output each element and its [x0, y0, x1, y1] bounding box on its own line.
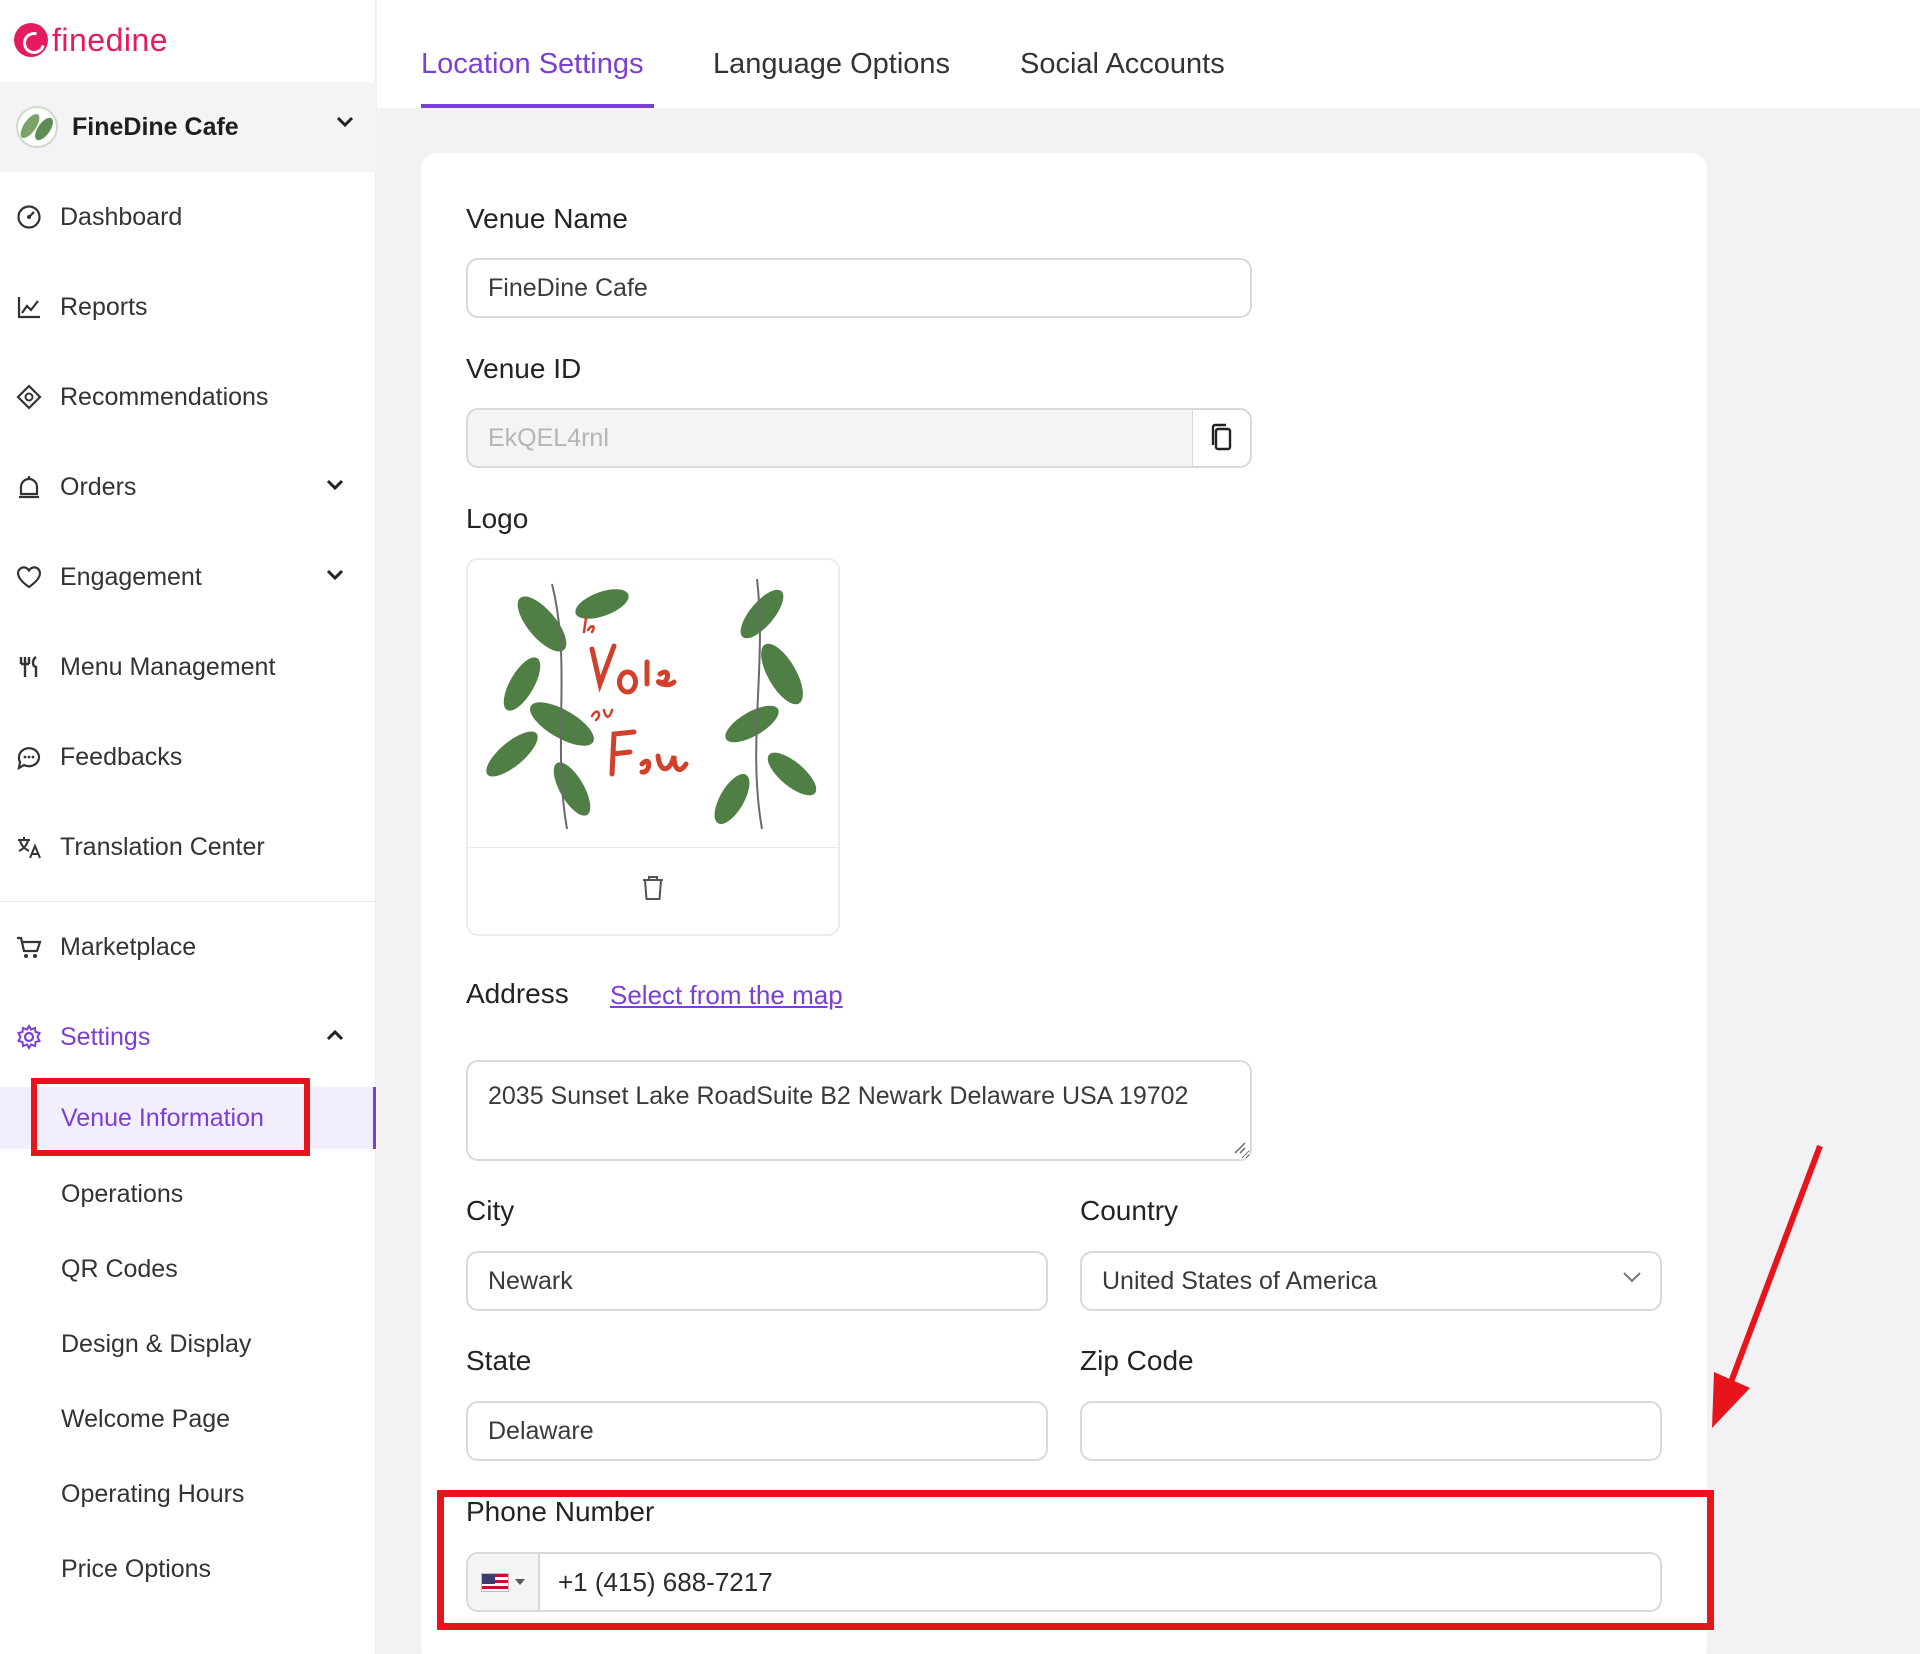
sidebar-item-feedbacks[interactable]: Feedbacks	[0, 727, 376, 787]
sidebar-subitem-venue-information[interactable]: Venue Information	[0, 1087, 376, 1149]
venue-id-label: Venue ID	[466, 353, 582, 384]
venue-name-input[interactable]: FineDine Cafe	[466, 258, 1252, 318]
copy-venue-id-button[interactable]	[1192, 408, 1252, 468]
state-input[interactable]: Delaware	[466, 1401, 1048, 1461]
caret-down-icon	[515, 1579, 525, 1585]
sidebar: finedine FineDine Cafe Dashboard Reports	[0, 0, 376, 1654]
sidebar-subitem-design-display[interactable]: Design & Display	[0, 1313, 376, 1375]
sidebar-item-label: Feedbacks	[60, 742, 183, 771]
venue-switcher[interactable]: FineDine Cafe	[0, 82, 376, 172]
sidebar-item-dashboard[interactable]: Dashboard	[0, 187, 376, 247]
app: finedine FineDine Cafe Dashboard Reports	[0, 0, 1920, 1654]
sidebar-item-translation-center[interactable]: Translation Center	[0, 817, 376, 877]
city-input[interactable]: Newark	[466, 1251, 1048, 1311]
address-textarea[interactable]: 2035 Sunset Lake RoadSuite B2 Newark Del…	[466, 1060, 1252, 1161]
sidebar-item-label: Reports	[60, 292, 148, 321]
chat-icon	[14, 742, 44, 772]
sidebar-subitem-operating-hours[interactable]: Operating Hours	[0, 1463, 376, 1525]
delete-logo-icon[interactable]	[640, 874, 666, 902]
logo-footer-divider	[468, 847, 838, 848]
brand-name: finedine	[52, 21, 169, 58]
sidebar-item-label: Settings	[60, 1022, 151, 1051]
sidebar-subitem-label: Venue Information	[61, 1103, 264, 1132]
chevron-up-icon	[326, 1029, 344, 1041]
tab-language-options[interactable]: Language Options	[713, 48, 950, 81]
sidebar-item-label: Recommendations	[60, 382, 269, 411]
phone-number-label: Phone Number	[466, 1496, 655, 1527]
sidebar-item-marketplace[interactable]: Marketplace	[0, 917, 376, 977]
venue-avatar	[16, 106, 58, 148]
sidebar-item-engagement[interactable]: Engagement	[0, 547, 376, 607]
sidebar-item-orders[interactable]: Orders	[0, 457, 376, 517]
recommendations-icon	[14, 382, 44, 412]
tab-social-accounts[interactable]: Social Accounts	[1020, 48, 1225, 81]
zip-code-label: Zip Code	[1080, 1345, 1194, 1376]
sidebar-subitem-qr-codes[interactable]: QR Codes	[0, 1238, 376, 1300]
bell-icon	[14, 472, 44, 502]
sidebar-subitem-operations[interactable]: Operations	[0, 1163, 376, 1225]
phone-number-field: +1 (415) 688-7217	[466, 1552, 1662, 1612]
chevron-down-icon	[326, 479, 344, 491]
sidebar-subitem-label: Operating Hours	[61, 1479, 245, 1508]
country-select[interactable]: United States of America	[1080, 1251, 1662, 1311]
sidebar-subitem-price-options[interactable]: Price Options	[0, 1538, 376, 1600]
gear-icon	[14, 1022, 44, 1052]
sidebar-item-settings[interactable]: Settings	[0, 1007, 376, 1067]
sidebar-item-label: Orders	[60, 472, 137, 501]
active-tab-indicator	[421, 104, 654, 108]
logo-label: Logo	[466, 503, 529, 534]
country-code-dropdown[interactable]	[468, 1554, 540, 1610]
zip-code-input[interactable]	[1080, 1401, 1662, 1461]
city-label: City	[466, 1195, 515, 1226]
address-label: Address	[466, 978, 569, 1009]
sidebar-divider	[0, 901, 376, 902]
sidebar-subitem-label: Welcome Page	[61, 1404, 231, 1433]
sidebar-item-label: Dashboard	[60, 202, 183, 231]
venue-name-label: Venue Name	[466, 203, 628, 234]
sidebar-subitem-label: QR Codes	[61, 1254, 178, 1283]
sidebar-item-menu-management[interactable]: Menu Management	[0, 637, 376, 697]
venue-id-input: EkQEL4rnl	[466, 408, 1194, 468]
heart-icon	[14, 562, 44, 592]
annotation-arrow-icon	[1712, 1144, 1823, 1428]
logo-upload-box[interactable]	[466, 558, 840, 936]
chevron-down-icon	[326, 569, 344, 581]
fork-knife-icon	[14, 652, 44, 682]
finedine-logo-icon	[14, 23, 48, 57]
sidebar-subitem-welcome-page[interactable]: Welcome Page	[0, 1388, 376, 1450]
sidebar-subitem-label: Operations	[61, 1179, 184, 1208]
chart-line-icon	[14, 292, 44, 322]
sidebar-item-label: Marketplace	[60, 932, 197, 961]
sidebar-subitem-label: Price Options	[61, 1554, 212, 1583]
translate-icon	[14, 832, 44, 862]
sidebar-item-label: Menu Management	[60, 652, 276, 681]
venue-switcher-name: FineDine Cafe	[72, 112, 239, 141]
us-flag-icon	[481, 1572, 509, 1592]
resize-handle-icon[interactable]	[1232, 1140, 1246, 1154]
cart-icon	[14, 932, 44, 962]
copy-icon	[1211, 423, 1231, 451]
sidebar-item-reports[interactable]: Reports	[0, 277, 376, 337]
tab-location-settings[interactable]: Location Settings	[421, 48, 643, 81]
dashboard-icon	[14, 202, 44, 232]
brand[interactable]: finedine	[14, 20, 168, 60]
country-label: Country	[1080, 1195, 1179, 1226]
venue-logo-image	[482, 574, 824, 834]
sidebar-subitem-label: Design & Display	[61, 1329, 252, 1358]
state-label: State	[466, 1345, 532, 1376]
chevron-down-icon	[336, 116, 354, 128]
sidebar-item-recommendations[interactable]: Recommendations	[0, 367, 376, 427]
sidebar-item-label: Engagement	[60, 562, 202, 591]
select-from-map-link[interactable]: Select from the map	[610, 980, 843, 1011]
sidebar-item-label: Translation Center	[60, 832, 265, 861]
phone-number-input[interactable]: +1 (415) 688-7217	[558, 1567, 773, 1598]
